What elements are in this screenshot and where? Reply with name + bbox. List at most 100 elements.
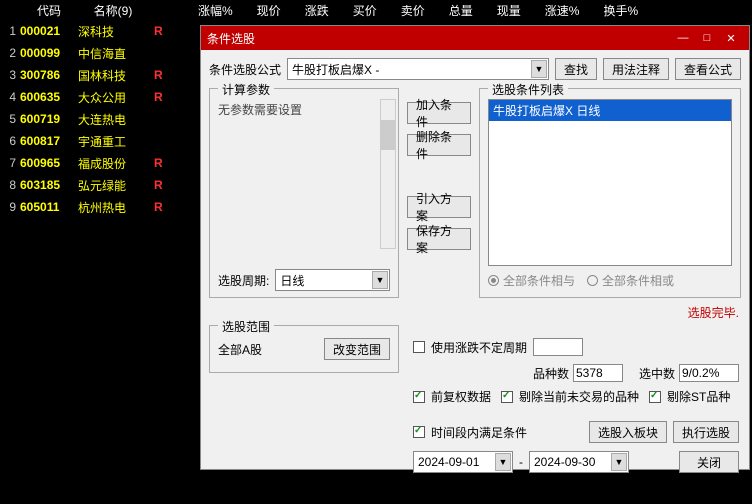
row-index: 9 bbox=[0, 200, 20, 214]
change-scope-button[interactable]: 改变范围 bbox=[324, 338, 390, 360]
params-scrollbar[interactable] bbox=[380, 99, 396, 249]
total-count-label: 品种数 bbox=[533, 365, 569, 382]
table-row[interactable]: 5600719大连热电 bbox=[0, 108, 200, 130]
row-index: 1 bbox=[0, 24, 20, 38]
r-flag: R bbox=[148, 156, 158, 170]
stock-code: 605011 bbox=[20, 200, 78, 214]
time-range-checkbox[interactable] bbox=[413, 426, 425, 438]
stock-filter-dialog: 条件选股 — □ ✕ 条件选股公式 牛股打板启爆X - ▼ 查找 用法注释 查看… bbox=[200, 25, 750, 470]
period-value: 日线 bbox=[280, 272, 304, 289]
stock-name: 大连热电 bbox=[78, 111, 148, 128]
table-row[interactable]: 8603185弘元绿能R bbox=[0, 174, 200, 196]
r-flag: R bbox=[148, 200, 158, 214]
fq-checkbox[interactable] bbox=[413, 391, 425, 403]
stock-name: 弘元绿能 bbox=[78, 177, 148, 194]
period-combo[interactable]: 日线 ▼ bbox=[275, 269, 390, 291]
r-flag: R bbox=[148, 178, 158, 192]
header-price[interactable]: 现价 bbox=[257, 2, 281, 19]
close-button[interactable]: ✕ bbox=[719, 29, 743, 47]
scope-fieldset: 选股范围 全部A股 改变范围 bbox=[209, 325, 399, 373]
chevron-down-icon[interactable]: ▼ bbox=[372, 271, 388, 289]
conditions-legend: 选股条件列表 bbox=[488, 81, 568, 98]
execute-button[interactable]: 执行选股 bbox=[673, 421, 739, 443]
table-row[interactable]: 3300786国林科技R bbox=[0, 64, 200, 86]
stock-name: 深科技 bbox=[78, 23, 148, 40]
r-flag: R bbox=[148, 24, 158, 38]
formula-combo[interactable]: 牛股打板启爆X - ▼ bbox=[287, 58, 549, 80]
radio-and[interactable]: 全部条件相与 bbox=[488, 272, 575, 289]
dialog-titlebar[interactable]: 条件选股 — □ ✕ bbox=[201, 26, 749, 50]
header-bid[interactable]: 买价 bbox=[353, 2, 377, 19]
conditions-fieldset: 选股条件列表 牛股打板启爆X 日线 全部条件相与 全部条件相或 bbox=[479, 88, 741, 298]
stock-name: 宇通重工 bbox=[78, 133, 148, 150]
close-dialog-button[interactable]: 关闭 bbox=[679, 451, 739, 473]
params-fieldset: 计算参数 无参数需要设置 选股周期: 日线 ▼ bbox=[209, 88, 399, 298]
header-speed[interactable]: 涨速% bbox=[545, 2, 580, 19]
stock-code: 600635 bbox=[20, 90, 78, 104]
import-scheme-button[interactable]: 引入方案 bbox=[407, 196, 471, 218]
conditions-listbox[interactable]: 牛股打板启爆X 日线 bbox=[488, 99, 732, 266]
r-flag: R bbox=[148, 90, 158, 104]
table-row[interactable]: 9605011杭州热电R bbox=[0, 196, 200, 218]
delete-condition-button[interactable]: 删除条件 bbox=[407, 134, 471, 156]
scope-value: 全部A股 bbox=[218, 341, 262, 358]
chevron-down-icon[interactable]: ▼ bbox=[495, 453, 511, 471]
row-index: 4 bbox=[0, 90, 20, 104]
save-scheme-button[interactable]: 保存方案 bbox=[407, 228, 471, 250]
row-index: 2 bbox=[0, 46, 20, 60]
period-field[interactable] bbox=[533, 338, 583, 356]
stock-code: 603185 bbox=[20, 178, 78, 192]
stock-table: 涨幅% 现价 涨跌 买价 卖价 总量 现量 涨速% 换手% 代码 名称(9) 1… bbox=[0, 0, 200, 504]
maximize-button[interactable]: □ bbox=[695, 29, 719, 47]
table-row[interactable]: 1000021深科技R bbox=[0, 20, 200, 42]
date-separator: - bbox=[519, 455, 523, 469]
usage-button[interactable]: 用法注释 bbox=[603, 58, 669, 80]
radio-or[interactable]: 全部条件相或 bbox=[587, 272, 674, 289]
search-button[interactable]: 查找 bbox=[555, 58, 597, 80]
view-formula-button[interactable]: 查看公式 bbox=[675, 58, 741, 80]
period-label: 选股周期: bbox=[218, 272, 269, 289]
stock-code: 000099 bbox=[20, 46, 78, 60]
params-legend: 计算参数 bbox=[218, 81, 274, 98]
undetermined-period-label: 使用涨跌不定周期 bbox=[431, 339, 527, 356]
status-text: 选股完毕. bbox=[209, 298, 741, 325]
minimize-button[interactable]: — bbox=[671, 29, 695, 47]
header-chg[interactable]: 涨跌 bbox=[305, 2, 329, 19]
selected-count-value: 9/0.2% bbox=[679, 364, 739, 382]
add-condition-button[interactable]: 加入条件 bbox=[407, 102, 471, 124]
formula-value: 牛股打板启爆X - bbox=[292, 61, 379, 78]
stock-name: 中信海直 bbox=[78, 45, 148, 62]
table-row[interactable]: 7600965福成股份R bbox=[0, 152, 200, 174]
header-pct[interactable]: 涨幅% bbox=[198, 2, 233, 19]
extra-headers: 涨幅% 现价 涨跌 买价 卖价 总量 现量 涨速% 换手% bbox=[188, 0, 748, 20]
stock-name: 大众公用 bbox=[78, 89, 148, 106]
header-ask[interactable]: 卖价 bbox=[401, 2, 425, 19]
total-count-value: 5378 bbox=[573, 364, 623, 382]
add-to-block-button[interactable]: 选股入板块 bbox=[589, 421, 667, 443]
header-cur[interactable]: 现量 bbox=[497, 2, 521, 19]
no-params-text: 无参数需要设置 bbox=[218, 95, 390, 118]
remove-untraded-checkbox[interactable] bbox=[501, 391, 513, 403]
table-row[interactable]: 6600817宇通重工 bbox=[0, 130, 200, 152]
row-index: 8 bbox=[0, 178, 20, 192]
condition-item[interactable]: 牛股打板启爆X 日线 bbox=[489, 100, 731, 121]
stock-code: 600719 bbox=[20, 112, 78, 126]
chevron-down-icon[interactable]: ▼ bbox=[531, 60, 547, 78]
header-vol[interactable]: 总量 bbox=[449, 2, 473, 19]
header-name[interactable]: 名称(9) bbox=[78, 2, 148, 19]
row-index: 3 bbox=[0, 68, 20, 82]
table-header-row: 代码 名称(9) bbox=[0, 0, 200, 20]
scope-legend: 选股范围 bbox=[218, 318, 274, 335]
table-row[interactable]: 4600635大众公用R bbox=[0, 86, 200, 108]
table-row[interactable]: 2000099中信海直 bbox=[0, 42, 200, 64]
remove-st-checkbox[interactable] bbox=[649, 391, 661, 403]
undetermined-period-checkbox[interactable] bbox=[413, 341, 425, 353]
header-code[interactable]: 代码 bbox=[20, 2, 78, 19]
chevron-down-icon[interactable]: ▼ bbox=[611, 453, 627, 471]
date-from-combo[interactable]: 2024-09-01▼ bbox=[413, 451, 513, 473]
header-turn[interactable]: 换手% bbox=[603, 2, 638, 19]
stock-code: 600965 bbox=[20, 156, 78, 170]
row-index: 5 bbox=[0, 112, 20, 126]
stock-code: 300786 bbox=[20, 68, 78, 82]
date-to-combo[interactable]: 2024-09-30▼ bbox=[529, 451, 629, 473]
